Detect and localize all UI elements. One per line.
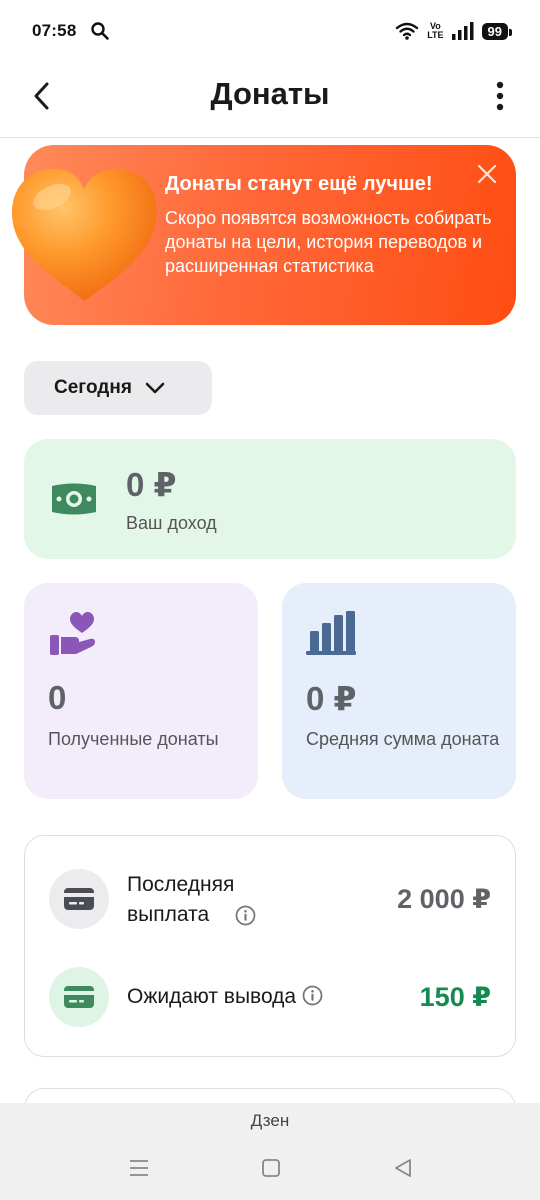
pending-payout-label: Ожидают вывода	[127, 985, 297, 1008]
search-icon	[91, 22, 110, 40]
info-icon[interactable]	[302, 985, 323, 1006]
bar-chart-icon	[306, 611, 356, 655]
status-bar: 07:58 Vo LTE 99	[0, 0, 540, 62]
back-triangle-icon	[395, 1159, 411, 1177]
nav-back-button[interactable]	[388, 1155, 418, 1181]
income-card: 0 ₽ Ваш доход	[24, 439, 516, 559]
pending-payout-row[interactable]: Ожидают вывода 150 ₽	[25, 964, 515, 1034]
received-donations-card: 0 Полученные донаты	[24, 583, 258, 799]
volte-indicator: Vo LTE	[427, 22, 443, 40]
promo-text: Скоро появятся возможность собирать дона…	[165, 208, 492, 276]
menu-icon	[130, 1160, 148, 1176]
pending-payout-amount: 150 ₽	[419, 982, 491, 1012]
last-payout-text: Последняя выплата	[127, 870, 277, 930]
status-time: 07:58	[32, 21, 77, 40]
volte-bottom: LTE	[427, 30, 444, 40]
cash-icon	[52, 483, 96, 515]
income-value: 0 ₽	[126, 466, 177, 503]
average-donation-card: 0 ₽ Средняя сумма доната	[282, 583, 516, 799]
bottom-panel: Дзен	[0, 1103, 540, 1200]
average-donation-value: 0 ₽	[306, 680, 357, 717]
period-dropdown[interactable]: Сегодня	[24, 361, 212, 415]
income-label: Ваш доход	[126, 513, 217, 533]
close-icon[interactable]	[476, 163, 498, 185]
promo-banner: Донаты станут ещё лучше! Скоро появятся …	[12, 145, 516, 325]
nav-home-button[interactable]	[256, 1155, 286, 1181]
more-vertical-icon	[496, 81, 504, 111]
app-source-label: Дзен	[250, 1111, 290, 1130]
period-label: Сегодня	[54, 377, 132, 398]
more-menu-button[interactable]	[486, 76, 514, 116]
last-payout-icon-wrap	[49, 869, 109, 929]
app-bar: Донаты	[0, 62, 540, 138]
pending-payout-text: Ожидают вывода	[127, 982, 323, 1012]
received-donations-value: 0	[48, 679, 67, 716]
last-payout-row[interactable]: Последняя выплата 2 000 ₽	[25, 866, 515, 936]
average-donation-label: Средняя сумма доната	[306, 729, 500, 749]
heart-icon	[12, 168, 157, 301]
chevron-down-icon	[145, 382, 165, 394]
nav-menu-button[interactable]	[124, 1155, 154, 1181]
payout-card: Последняя выплата 2 000 ₽ Ожидают вывода	[24, 835, 516, 1057]
battery-indicator: 99	[481, 22, 513, 40]
pending-payout-icon-wrap	[49, 967, 109, 1027]
status-indicators: Vo LTE 99	[395, 21, 513, 41]
home-square-icon	[262, 1159, 280, 1177]
card-icon	[64, 888, 94, 910]
received-donations-label: Полученные донаты	[48, 729, 219, 749]
wifi-icon	[395, 22, 419, 40]
signal-icon	[451, 22, 474, 40]
card-icon	[64, 986, 94, 1008]
info-icon[interactable]	[235, 905, 256, 926]
last-payout-amount: 2 000 ₽	[397, 884, 491, 914]
page-title: Донаты	[210, 76, 330, 111]
promo-title: Донаты станут ещё лучше!	[165, 173, 433, 195]
hand-heart-icon	[50, 612, 95, 655]
